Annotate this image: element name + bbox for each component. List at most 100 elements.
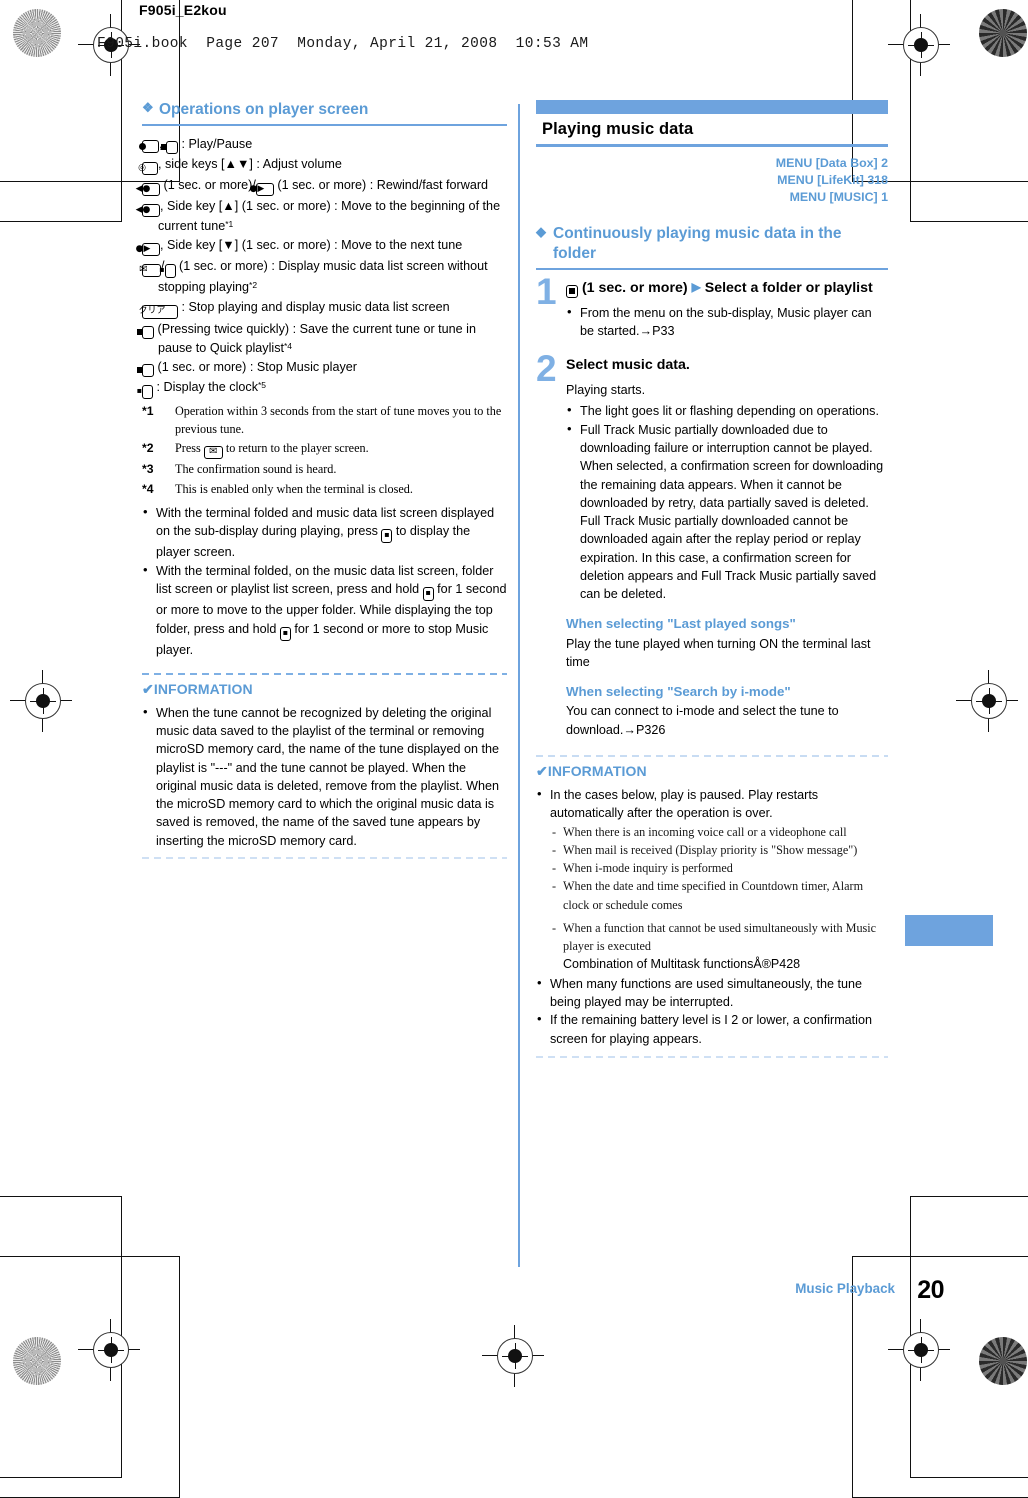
nav-key-icon: ◎ xyxy=(138,162,158,176)
clear-key-icon: クリア xyxy=(138,304,178,319)
subsection-1-body: Play the tune played when turning ON the… xyxy=(566,636,871,669)
operation-rewind-fastforward: ◀● (1 sec. or more)/●▶ (1 sec. or more) … xyxy=(136,176,507,197)
operation-beginning-footnote-ref: *1 xyxy=(225,219,234,230)
operation-rewind-text1: (1 sec. or more)/ xyxy=(160,178,256,193)
menu-path-2: MENU [LifeKit] 318 xyxy=(777,173,888,188)
left-key-icon: ◀● xyxy=(136,204,160,218)
left-column: ❖ Operations on player screen , : Play/Pa… xyxy=(136,100,507,859)
left-info-rule-top xyxy=(142,672,507,675)
step-arrow-icon: ▶ xyxy=(691,279,701,294)
registration-mark-bottom-center xyxy=(497,1338,533,1374)
step-2-number: 2 xyxy=(536,348,557,390)
operation-beginning-of-tune: ◀●, Side key [▲] (1 sec. or more) : Move… xyxy=(136,197,507,235)
music-key-icon xyxy=(137,363,154,377)
color-swatch-bottom-left xyxy=(13,1337,61,1385)
footer-page-number: 20 xyxy=(917,1276,944,1304)
step-2: 2 Select music data. Playing starts. The… xyxy=(536,350,888,739)
left-bullet-2: With the terminal folded, on the music d… xyxy=(142,561,507,659)
left-info-rule-bottom xyxy=(142,856,507,859)
left-info-bullet-1: When the tune cannot be recognized by de… xyxy=(142,703,507,850)
footnote-4-mark: *4 xyxy=(142,481,154,496)
footer-chapter-label: Music Playback xyxy=(795,1281,895,1296)
document-book-stamp: F905i.book Page 207 Monday, April 21, 20… xyxy=(97,36,589,52)
operation-stop-player-text: (1 sec. or more) : Stop Music player xyxy=(154,359,357,374)
right-info-title: ✔INFORMATION xyxy=(536,762,888,782)
operation-next-tune-text: , Side key [▼] (1 sec. or more) : Move t… xyxy=(160,238,463,253)
side-key-icon: ▪ xyxy=(381,528,393,543)
right-info-dash-2: When mail is received (Display priority … xyxy=(550,841,888,859)
music-key-icon xyxy=(566,284,578,298)
operation-rewind-text2: (1 sec. or more) : Rewind/fast forward xyxy=(273,178,489,193)
footnote-3-mark: *3 xyxy=(142,462,154,477)
document-header-title: F905i_E2kou xyxy=(139,2,227,18)
operation-stop-and-list: クリア : Stop playing and display music dat… xyxy=(138,298,507,319)
check-icon: ✔ xyxy=(536,762,548,779)
operation-display-clock-footnote-ref: *5 xyxy=(258,379,267,390)
left-section-heading-label: Operations on player screen xyxy=(159,101,369,118)
registration-mark-bottom-left xyxy=(93,1332,129,1368)
side-key-icon: ▪ xyxy=(137,384,153,399)
right-info-title-label: INFORMATION xyxy=(547,762,647,779)
color-swatch-bottom-right xyxy=(979,1337,1027,1385)
side-key-icon: ▪ xyxy=(159,264,176,279)
operation-play-pause: , : Play/Pause xyxy=(139,135,507,155)
operation-beginning-text: , Side key [▲] (1 sec. or more) : Move t… xyxy=(158,199,501,234)
right-information-box: ✔INFORMATION In the cases below, play is… xyxy=(536,754,888,1058)
operation-stop-and-list-text: : Stop playing and display music data li… xyxy=(178,299,450,314)
right-info-dash-5: When a function that cannot be used simu… xyxy=(550,919,888,955)
left-bullet-1: With the terminal folded and music data … xyxy=(142,503,507,562)
footnote-1-text: Operation within 3 seconds from the star… xyxy=(175,403,502,436)
footnote-2-mark: *2 xyxy=(142,441,154,456)
step-1: 1 (1 sec. or more) ▶ Select a folder or … xyxy=(536,273,888,341)
footnote-1-mark: *1 xyxy=(142,403,154,418)
section-title-rule xyxy=(536,144,888,148)
left-information-box: ✔INFORMATION When the tune cannot be rec… xyxy=(142,672,507,859)
color-swatch-top-left xyxy=(13,9,61,57)
operation-display-list: ✉/▪ (1 sec. or more) : Display music dat… xyxy=(139,257,507,296)
left-key-icon: ◀● xyxy=(136,183,160,197)
menu-path-list: MENU [Data Box] 2 MENU [LifeKit] 318 MEN… xyxy=(536,155,888,205)
step-2-bullet-2: Full Track Music partially downloaded du… xyxy=(566,420,888,604)
left-section-heading: ❖ Operations on player screen xyxy=(142,100,507,120)
operation-next-tune: ●▶, Side key [▼] (1 sec. or more) : Move… xyxy=(136,236,507,257)
chapter-side-tab xyxy=(905,915,993,946)
mail-key-icon: ✉ xyxy=(203,446,223,460)
right-column: Playing music data MENU [Data Box] 2 MEN… xyxy=(536,100,888,1058)
right-info-dash-sub: Combination of Multitask functionsÅ®P428 xyxy=(563,956,801,971)
footnote-4-text: This is enabled only when the terminal i… xyxy=(175,481,413,496)
right-info-dash-list: When there is an incoming voice call or … xyxy=(550,823,888,972)
right-key-icon: ●▶ xyxy=(136,243,160,257)
right-info-bullet-1: In the cases below, play is paused. Play… xyxy=(536,785,888,823)
section-title: Playing music data xyxy=(542,120,694,138)
footnote-4: *4 This is enabled only when the termina… xyxy=(142,481,507,499)
operation-quick-playlist-footnote-ref: *4 xyxy=(284,340,293,351)
right-info-bullet-2: When many functions are used simultaneou… xyxy=(536,974,888,1012)
diamond-ornament-icon: ❖ xyxy=(142,100,154,115)
menu-path-1: MENU [Data Box] 2 xyxy=(775,156,888,171)
registration-mark-mid-right xyxy=(971,683,1007,719)
menu-path-3: MENU [MUSIC] 1 xyxy=(789,189,888,204)
step-2-body: Playing starts. The light goes lit or fl… xyxy=(536,381,888,739)
right-info-dash-3: When i-mode inquiry is performed xyxy=(550,859,888,877)
operation-stop-player: (1 sec. or more) : Stop Music player xyxy=(137,358,507,377)
operation-display-clock-text: : Display the clock xyxy=(153,379,258,394)
footnote-2: *2 Press ✉ to return to the player scree… xyxy=(142,440,507,460)
step-2-heading-text: Select music data. xyxy=(566,357,690,374)
operation-adjust-volume-text: , side keys [▲▼] : Adjust volume xyxy=(158,157,342,172)
side-key-icon: ▪ xyxy=(279,626,291,641)
step-2-intro: Playing starts. xyxy=(566,383,646,398)
player-operations-list: , : Play/Pause ◎, side keys [▲▼] : Adjus… xyxy=(136,135,507,399)
operation-play-pause-text: : Play/Pause xyxy=(181,137,253,152)
right-info-dash-4: When the date and time specified in Coun… xyxy=(550,877,888,913)
left-info-body: When the tune cannot be recognized by de… xyxy=(142,703,507,850)
right-section-heading: ◆ Continuously playing music data in the … xyxy=(536,224,888,264)
registration-mark-mid-left xyxy=(25,683,61,719)
registration-mark-bottom-right xyxy=(903,1332,939,1368)
operation-display-list-text: (1 sec. or more) : Display music data li… xyxy=(158,259,488,295)
footnote-3-text: The confirmation sound is heard. xyxy=(175,462,337,477)
left-section-heading-rule xyxy=(142,124,507,127)
footnote-1: *1 Operation within 3 seconds from the s… xyxy=(142,403,507,438)
step-1-number: 1 xyxy=(536,270,557,312)
right-info-body: In the cases below, play is paused. Play… xyxy=(536,785,888,1048)
color-swatch-top-right xyxy=(979,9,1027,57)
